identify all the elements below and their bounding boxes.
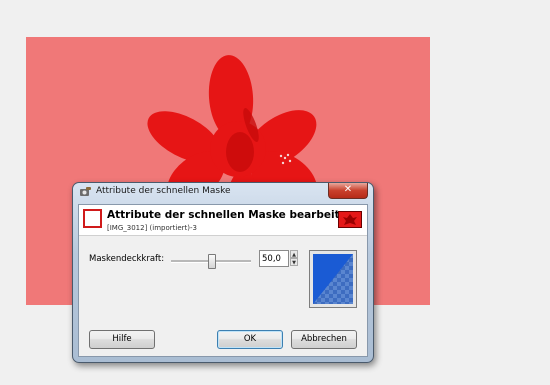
mask-color-swatch — [313, 254, 353, 304]
slider-handle[interactable] — [208, 254, 216, 269]
close-button[interactable]: ✕ — [328, 183, 368, 199]
opacity-spin-buttons[interactable]: ▲ ▼ — [290, 250, 298, 267]
dialog-header: Attribute der schnellen Maske bearbeiten… — [79, 205, 367, 236]
cancel-button[interactable]: Abbrechen — [291, 330, 357, 349]
quick-mask-icon — [83, 209, 102, 228]
gimp-app-icon — [80, 187, 91, 196]
spin-up-arrow-icon[interactable]: ▲ — [290, 250, 298, 258]
mask-opacity-label: Maskendeckkraft: — [89, 254, 165, 264]
mask-opacity-input[interactable]: 50,0 — [259, 250, 289, 267]
window-title: Attribute der schnellen Maske — [96, 186, 231, 196]
image-thumbnail — [338, 211, 362, 228]
spin-down-arrow-icon[interactable]: ▼ — [290, 258, 298, 266]
image-name: [IMG_3012] (importiert)-3 — [107, 224, 197, 232]
header-title: Attribute der schnellen Maske bearbeiten — [107, 209, 355, 221]
mask-color-button[interactable] — [309, 250, 357, 308]
mask-opacity-slider[interactable] — [171, 254, 251, 269]
dialog-client-area: Attribute der schnellen Maske bearbeiten… — [78, 204, 368, 357]
ok-button[interactable]: OK — [217, 330, 283, 349]
dialog-titlebar[interactable]: Attribute der schnellen Maske ✕ — [73, 183, 373, 201]
help-button[interactable]: Hilfe — [89, 330, 155, 349]
quick-mask-dialog: Attribute der schnellen Maske ✕ Attribut… — [72, 182, 374, 363]
